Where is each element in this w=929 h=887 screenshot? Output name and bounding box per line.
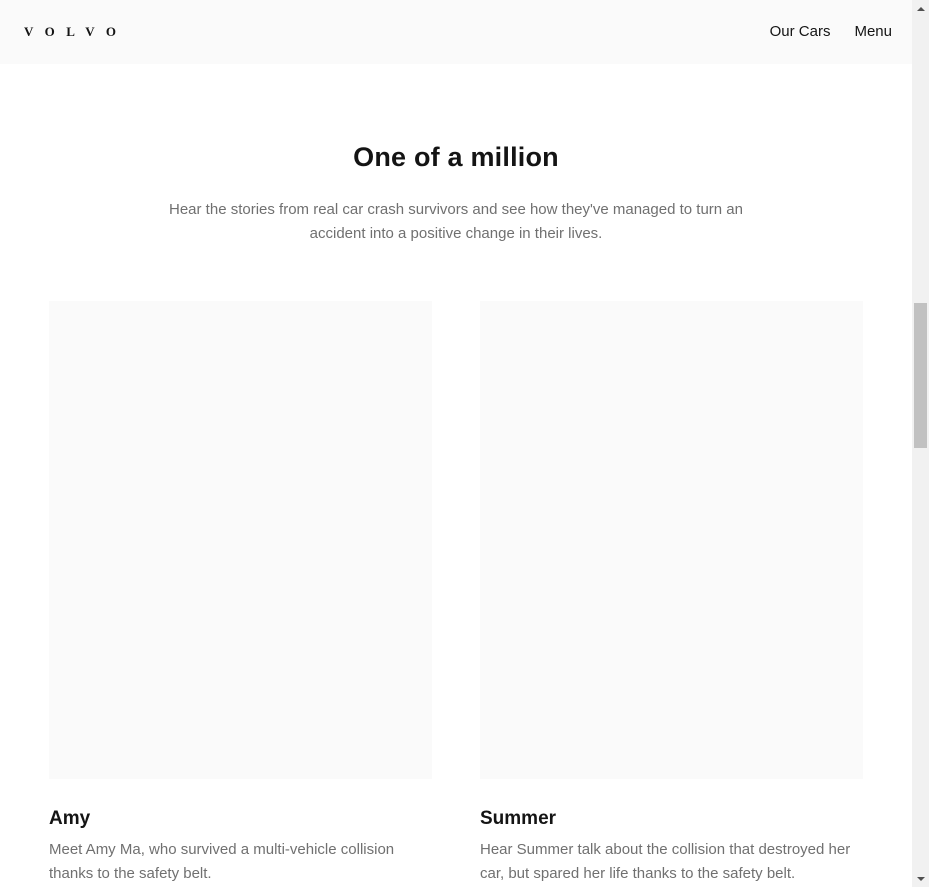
scrollbar-thumb[interactable] (914, 303, 927, 448)
section-title: One of a million (353, 142, 559, 172)
scroll-up-arrow-icon[interactable] (912, 0, 929, 17)
story-card-summer: Summer Hear Summer talk about the collis… (480, 301, 863, 886)
volvo-logo[interactable]: VOLVO (24, 25, 127, 39)
story-media-summer[interactable] (480, 301, 863, 779)
nav-our-cars-link[interactable]: Our Cars (770, 23, 831, 41)
site-header: VOLVO Our Cars Menu (0, 0, 912, 64)
vertical-scrollbar[interactable] (912, 0, 929, 887)
section-description: Hear the stories from real car crash sur… (169, 201, 743, 242)
story-media-amy[interactable] (49, 301, 432, 779)
story-text-amy: Meet Amy Ma, who survived a multi-vehicl… (49, 841, 395, 882)
story-text-summer: Hear Summer talk about the collision tha… (480, 841, 851, 882)
scroll-down-arrow-icon[interactable] (912, 870, 929, 887)
page-viewport: VOLVO Our Cars Menu One of a million Hea… (0, 0, 912, 887)
main-nav: Our Cars Menu (770, 23, 892, 41)
story-title-summer: Summer (480, 808, 557, 829)
nav-menu-button[interactable]: Menu (854, 23, 892, 41)
story-card-amy: Amy Meet Amy Ma, who survived a multi-ve… (49, 301, 432, 886)
story-title-amy: Amy (49, 808, 91, 829)
